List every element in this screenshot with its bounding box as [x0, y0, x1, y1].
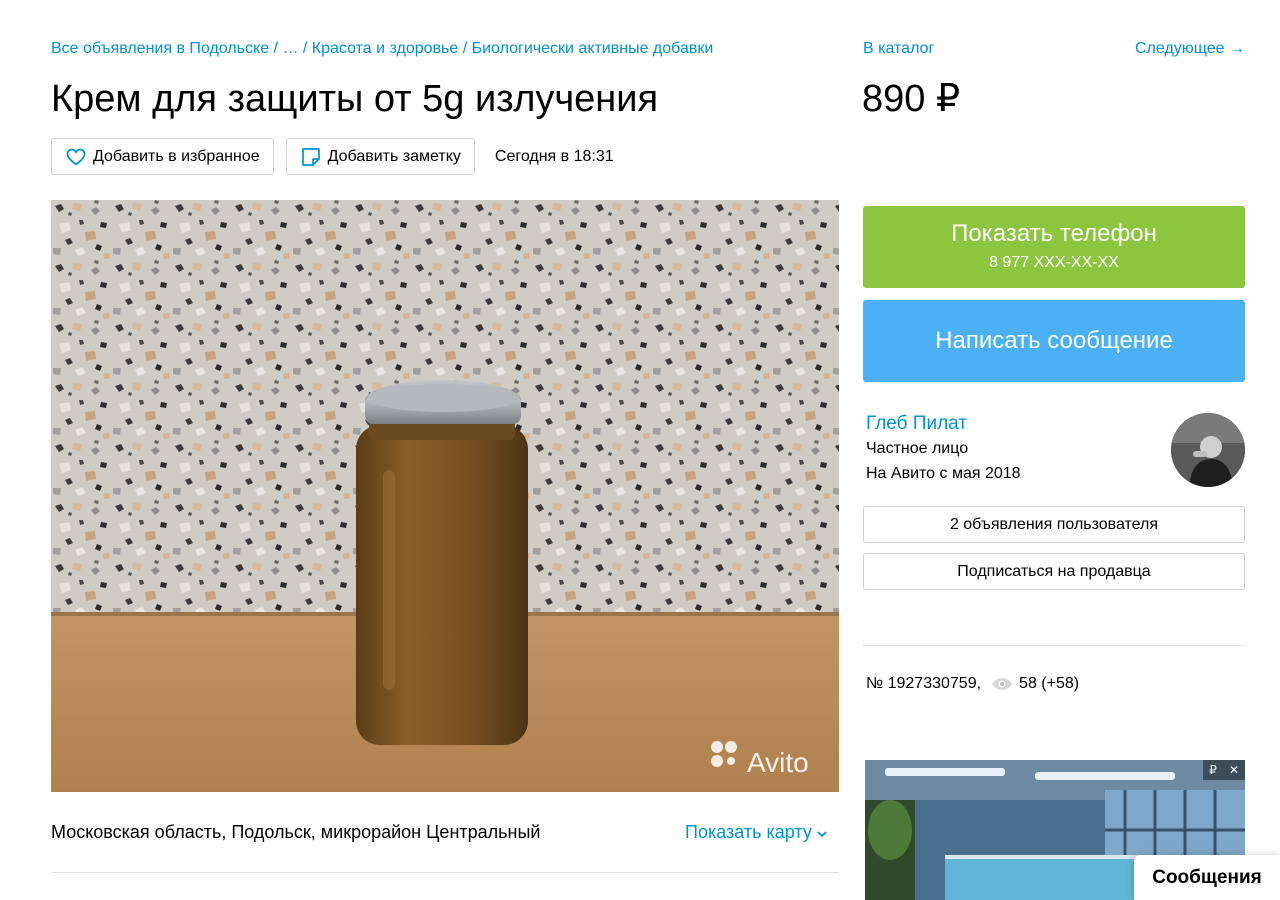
show-phone-label: Показать телефон: [951, 220, 1157, 247]
note-icon: [301, 147, 320, 166]
add-note-button[interactable]: Добавить заметку: [285, 138, 475, 175]
publish-date: Сегодня в 18:31: [494, 147, 614, 165]
close-icon[interactable]: ✕: [1223, 763, 1245, 777]
ad-ruble-badge[interactable]: ₽: [1203, 763, 1223, 777]
subscribe-seller-button[interactable]: Подписаться на продавца: [863, 553, 1245, 590]
seller-ads-button[interactable]: 2 объявления пользователя: [863, 506, 1245, 543]
breadcrumb-item-beauty-health[interactable]: Красота и здоровье: [312, 40, 458, 57]
seller-name-link[interactable]: Глеб Пилат: [866, 413, 967, 435]
breadcrumb-separator: /: [458, 40, 472, 57]
write-message-button[interactable]: Написать сообщение: [863, 300, 1245, 382]
show-map-link[interactable]: Показать карту: [685, 822, 827, 843]
chevron-down-icon: [817, 831, 827, 838]
add-to-favorites-label: Добавить в избранное: [93, 147, 260, 165]
view-count: 58 (+58): [1019, 675, 1080, 692]
messages-tab[interactable]: Сообщения: [1134, 855, 1280, 900]
catalog-link[interactable]: В каталог: [863, 40, 934, 58]
seller-photo: [1171, 413, 1245, 487]
product-image: Avito: [51, 200, 839, 792]
page-title: Крем для защиты от 5g излучения: [51, 78, 659, 120]
add-note-label: Добавить заметку: [327, 147, 461, 165]
listing-photo[interactable]: Avito: [51, 200, 839, 792]
ad-controls: ₽ ✕: [1203, 760, 1245, 780]
price: 890 ₽: [862, 78, 961, 120]
breadcrumb-separator: /: [298, 40, 312, 57]
listing-actions: Добавить в избранное Добавить заметку Се…: [51, 138, 614, 175]
phone-masked: 8 977 XXX-XX-XX: [989, 254, 1119, 271]
item-number: № 1927330759,: [866, 675, 982, 692]
avito-watermark-text: Avito: [747, 747, 809, 778]
add-to-favorites-button[interactable]: Добавить в избранное: [51, 138, 274, 175]
next-listing-link[interactable]: Следующее →: [1135, 40, 1245, 58]
breadcrumb-item-all-ads[interactable]: Все объявления в Подольске: [51, 40, 269, 57]
heart-icon: [66, 148, 86, 166]
show-map-label: Показать карту: [685, 822, 812, 842]
avatar[interactable]: [1171, 413, 1245, 487]
item-stats: № 1927330759, 58 (+58): [866, 675, 1079, 693]
eye-icon: [992, 678, 1013, 690]
divider: [863, 645, 1245, 646]
seller-since: На Авито с мая 2018: [866, 465, 1021, 482]
breadcrumb: Все объявления в Подольске / … / Красота…: [51, 40, 713, 58]
show-phone-button[interactable]: Показать телефон 8 977 XXX-XX-XX: [863, 206, 1245, 288]
breadcrumb-separator: /: [269, 40, 283, 57]
location-address: Московская область, Подольск, микрорайон…: [51, 822, 541, 842]
breadcrumb-item-supplements[interactable]: Биологически активные добавки: [472, 40, 714, 57]
divider: [51, 872, 839, 873]
breadcrumb-item-ellipsis[interactable]: …: [282, 40, 298, 57]
seller-type: Частное лицо: [866, 440, 969, 457]
